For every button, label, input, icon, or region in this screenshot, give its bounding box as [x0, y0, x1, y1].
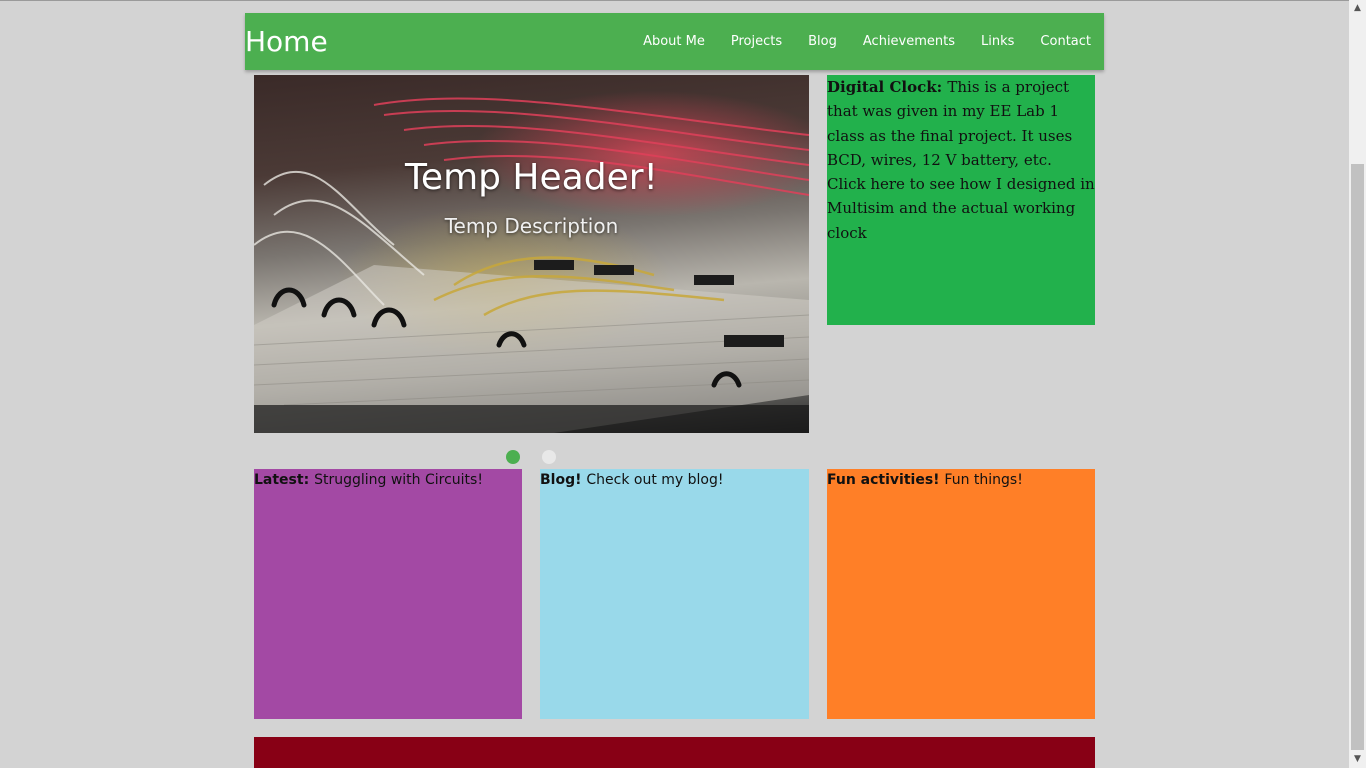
project-label: Digital Clock:	[827, 78, 948, 96]
latest-box[interactable]: Latest: Struggling with Circuits!	[254, 469, 522, 719]
nav-links: About Me Projects Blog Achievements Link…	[630, 13, 1104, 70]
footer-bar	[254, 737, 1095, 768]
nav-about-me[interactable]: About Me	[630, 13, 718, 70]
nav-links[interactable]: Links	[968, 13, 1027, 70]
vertical-scrollbar[interactable]: ▲ ▼	[1349, 0, 1366, 768]
hero-description: Temp Description	[444, 214, 619, 238]
brand-home-link[interactable]: Home	[245, 25, 328, 59]
latest-label: Latest:	[254, 472, 315, 488]
hero-title: Temp Header!	[405, 157, 658, 198]
scroll-thumb[interactable]	[1351, 164, 1364, 750]
window-top-border	[0, 0, 1349, 1]
nav-achievements[interactable]: Achievements	[850, 13, 968, 70]
navbar: Home About Me Projects Blog Achievements…	[245, 13, 1104, 70]
blog-box[interactable]: Blog! Check out my blog!	[540, 469, 809, 719]
hero-carousel-slide[interactable]: Temp Header! Temp Description	[254, 75, 809, 433]
scroll-up-arrow-icon[interactable]: ▲	[1349, 0, 1366, 17]
fun-activities-box[interactable]: Fun activities! Fun things!	[827, 469, 1095, 719]
blog-text: Check out my blog!	[586, 472, 724, 488]
blog-label: Blog!	[540, 472, 587, 488]
nav-blog[interactable]: Blog	[795, 13, 850, 70]
fun-activities-text: Fun things!	[944, 472, 1023, 488]
latest-text: Struggling with Circuits!	[314, 472, 483, 488]
nav-contact[interactable]: Contact	[1027, 13, 1104, 70]
breadboard-photo	[254, 97, 809, 433]
fun-activities-label: Fun activities!	[827, 472, 945, 488]
carousel-dot-1[interactable]	[506, 450, 520, 464]
carousel-dot-2[interactable]	[542, 450, 556, 464]
scroll-down-arrow-icon[interactable]: ▼	[1349, 751, 1366, 768]
project-card-digital-clock[interactable]: Digital Clock: This is a project that wa…	[827, 75, 1095, 325]
nav-projects[interactable]: Projects	[718, 13, 795, 70]
project-text: This is a project that was given in my E…	[827, 78, 1095, 242]
